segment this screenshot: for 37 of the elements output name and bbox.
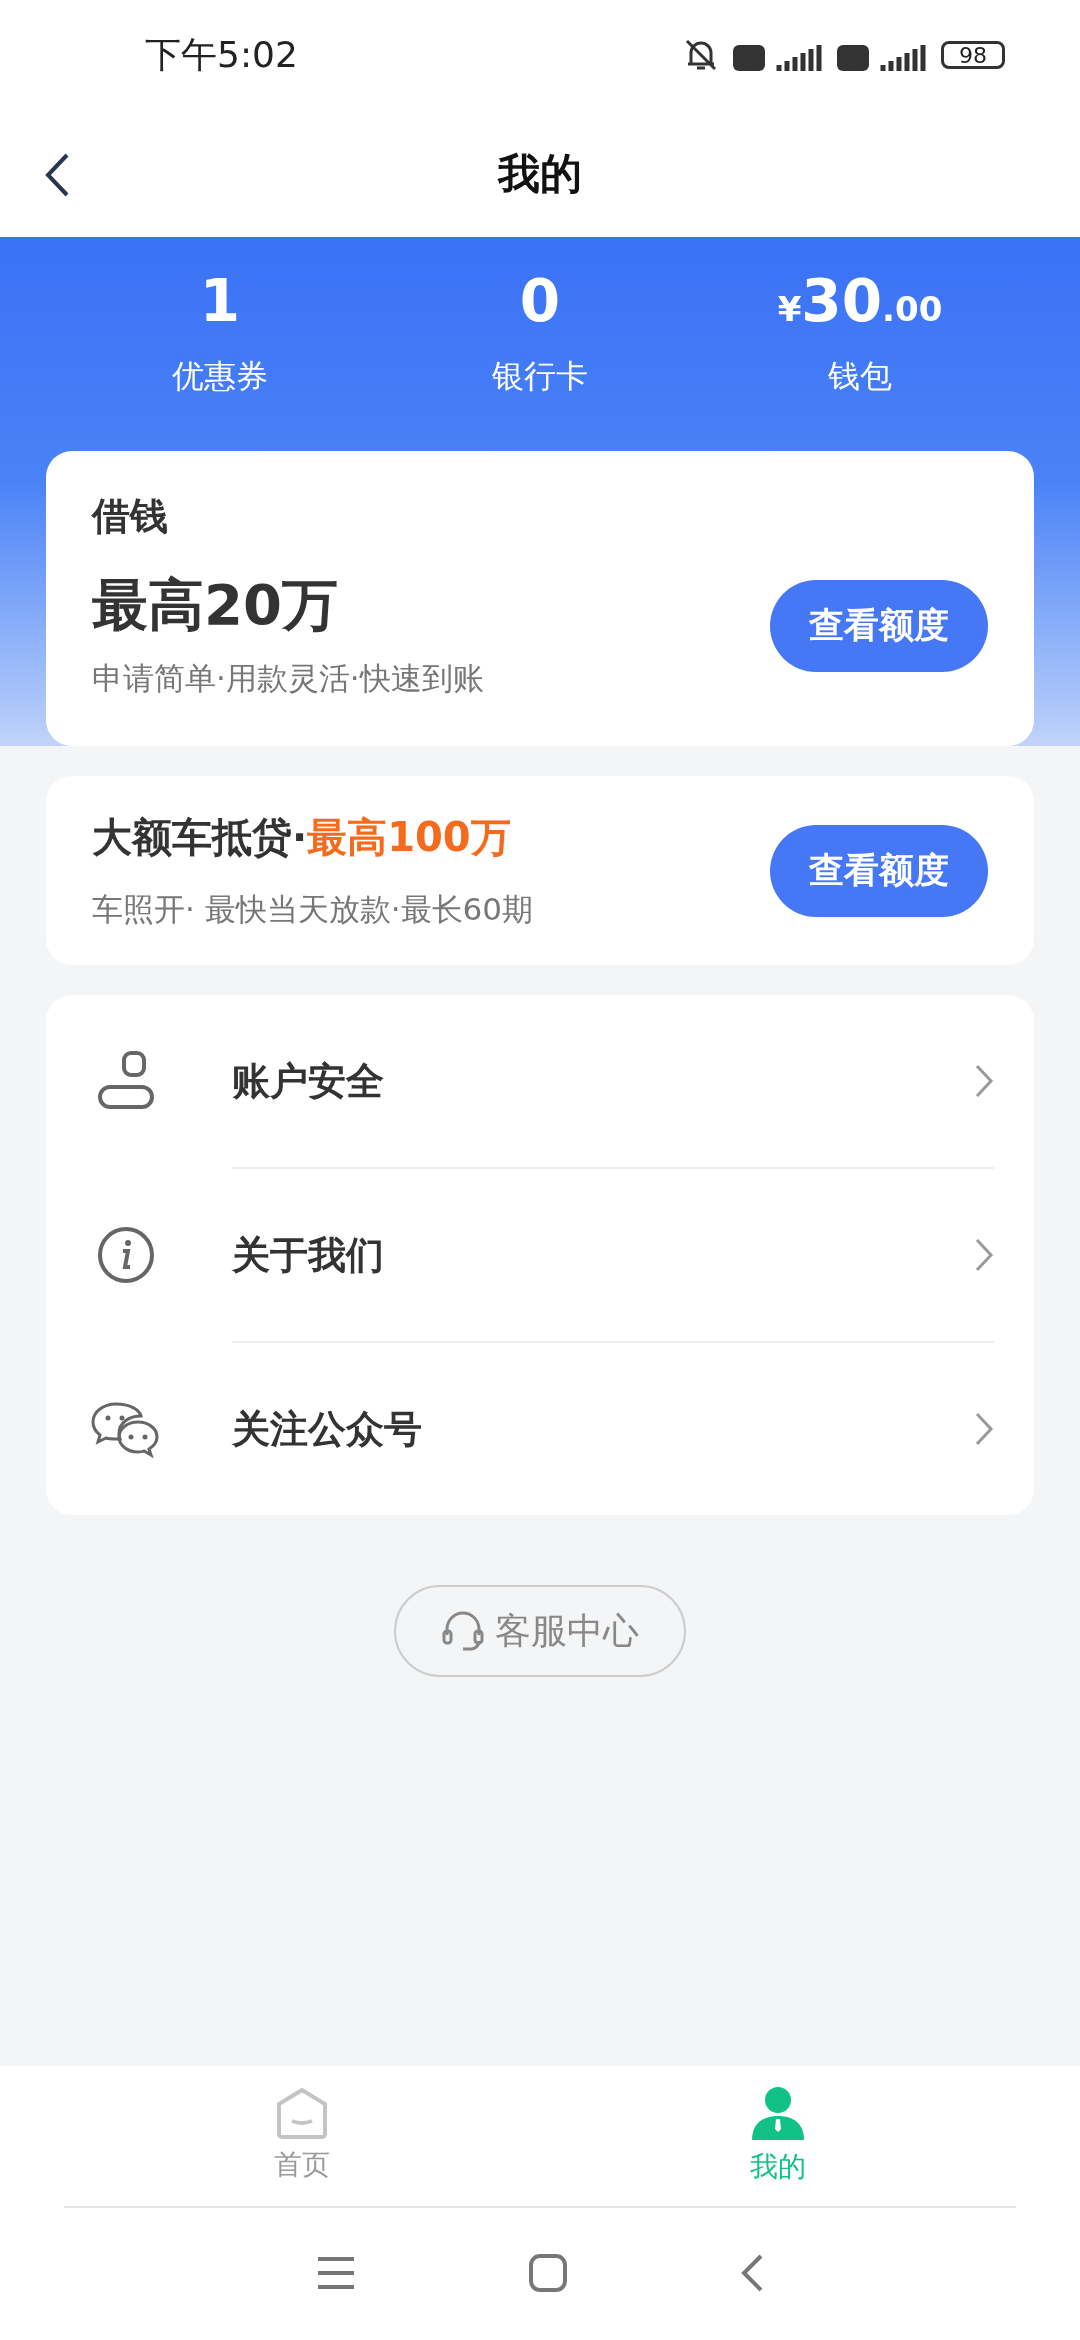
stat-label[interactable]: 优惠券 xyxy=(172,355,268,399)
stat-value[interactable]: 0 xyxy=(519,267,561,335)
card-title: 大额车抵贷· xyxy=(92,814,308,860)
currency-symbol: ¥ xyxy=(777,289,802,329)
headset-icon xyxy=(441,1609,485,1653)
stat-label[interactable]: 银行卡 xyxy=(492,355,588,399)
stat-value[interactable]: 30 xyxy=(801,267,883,335)
info-icon xyxy=(97,1226,155,1284)
tab-item[interactable]: 首页 xyxy=(64,2066,540,2206)
menu-item[interactable]: 关于我们 xyxy=(232,1229,974,1281)
chevron-icon xyxy=(974,1237,994,1273)
back-icon[interactable] xyxy=(44,152,70,198)
chevron-icon xyxy=(974,1411,994,1447)
status-time: 下午5:02 xyxy=(145,32,298,77)
home-icon xyxy=(276,2088,328,2140)
menu-item[interactable]: 关注公众号 xyxy=(232,1403,974,1455)
stat-value[interactable]: 1 xyxy=(199,267,241,335)
menu-icon[interactable] xyxy=(316,2256,357,2290)
card-title: 借钱 xyxy=(92,493,169,540)
mute-bell-icon xyxy=(683,37,719,73)
card-subtitle: 申请简单·用款灵活·快速到账 xyxy=(92,659,484,698)
stat-decimals: .00 xyxy=(882,289,943,329)
person-icon xyxy=(750,2086,806,2142)
check-limit-button[interactable]: 查看额度 xyxy=(770,579,988,672)
max-amount: 最高100万 xyxy=(307,814,511,860)
user-icon xyxy=(96,1051,156,1111)
page-title: 我的 xyxy=(498,147,582,200)
home-button-icon[interactable] xyxy=(529,2254,567,2292)
chevron-icon xyxy=(974,1063,994,1099)
customer-service-button[interactable]: 客服中心 xyxy=(394,1585,686,1677)
card-subtitle: 车照开· 最快当天放款·最长60期 xyxy=(92,890,533,929)
battery-indicator: 98 xyxy=(941,41,1005,69)
loan-amount: 最高20万 xyxy=(92,571,339,639)
menu-item[interactable]: 账户安全 xyxy=(232,1055,974,1107)
stat-label[interactable]: 钱包 xyxy=(828,355,892,399)
tab-item[interactable]: 我的 xyxy=(540,2066,1016,2206)
check-limit-button[interactable]: 查看额度 xyxy=(770,824,988,917)
